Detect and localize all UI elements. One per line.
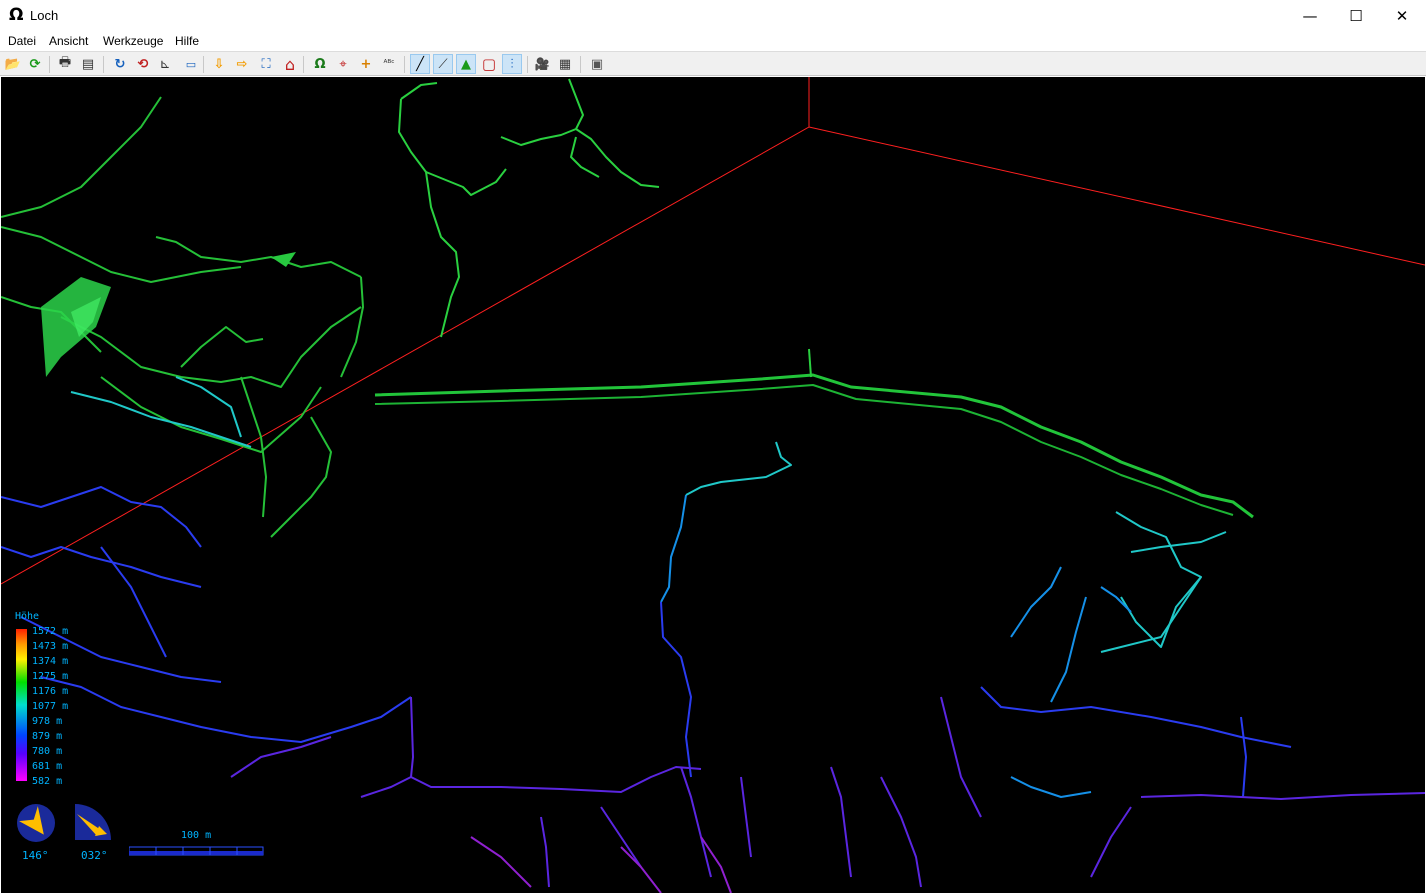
menu-datei[interactable]: Datei (8, 34, 36, 48)
green-upper-network (398, 78, 660, 338)
legend-value: 879 m (32, 731, 63, 742)
print-icon[interactable]: 🖶 (55, 54, 75, 74)
legend-value: 1176 m (32, 686, 69, 697)
fullscreen-icon[interactable]: ▣ (587, 54, 607, 74)
legend-value: 1572 m (32, 626, 69, 637)
log-icon[interactable]: ▦ (555, 54, 575, 74)
open-icon[interactable]: 📂 (3, 54, 23, 74)
menu-bar: Datei Ansicht Werkzeuge Hilfe (0, 31, 1426, 51)
title-bar: Ω Loch — ☐ ✕ (0, 0, 1426, 31)
legend-value: 681 m (32, 761, 63, 772)
clino-tilt: 032° (81, 849, 108, 862)
legend-value: 1077 m (32, 701, 69, 712)
walls-icon[interactable]: ⟋ (433, 54, 453, 74)
magenta-lower-network (470, 836, 732, 893)
cyan-passages (70, 376, 1227, 653)
video-icon[interactable]: 🎥 (532, 54, 552, 74)
clino-icon[interactable] (73, 802, 113, 844)
toolbar: 📂 ⟳ 🖶 ▤ ↻ ⟲ ⊾ ▭ ⇩ ⇨ ⛶ ⌂ Ω ⌖ + ᴬᴮᶜ ╱ ⟋ ▲ … (0, 51, 1426, 76)
menu-hilfe[interactable]: Hilfe (175, 34, 199, 48)
legend-title: Höhe (15, 611, 40, 622)
green-main-passage (374, 348, 1254, 519)
rotate-icon[interactable]: ↻ (110, 54, 130, 74)
light-blue-passages (660, 494, 1132, 798)
close-button[interactable]: ✕ (1379, 0, 1425, 31)
green-wall-polygons (41, 252, 296, 377)
legend-value: 1275 m (32, 671, 69, 682)
fit-view-icon[interactable]: ⛶ (256, 54, 276, 74)
app-omega-icon: Ω (9, 5, 24, 25)
menu-ansicht[interactable]: Ansicht (49, 34, 88, 48)
home-icon[interactable]: ⌂ (280, 54, 300, 74)
plan-elevation-icon[interactable]: ⊾ (155, 54, 175, 74)
cave-survey-drawing (1, 77, 1425, 893)
legend-value: 978 m (32, 716, 63, 727)
cave-3d-viewport[interactable]: Höhe 1572 m 1473 m 1374 m 1275 m 1176 m … (1, 77, 1425, 893)
scale-label: 100 m (181, 830, 212, 841)
menu-werkzeuge[interactable]: Werkzeuge (103, 34, 163, 48)
move-right-icon[interactable]: ⇨ (232, 54, 252, 74)
move-down-icon[interactable]: ⇩ (209, 54, 229, 74)
bounding-box-icon[interactable]: ▢ (479, 54, 499, 74)
purple-lower-network (230, 696, 1425, 888)
compass-icon[interactable] (15, 802, 57, 844)
window-title: Loch (30, 8, 59, 23)
rotate-stop-icon[interactable]: ⟲ (133, 54, 153, 74)
fixed-point-icon[interactable]: ⌖ (333, 54, 353, 74)
reload-icon[interactable]: ⟳ (25, 54, 45, 74)
legend-value: 780 m (32, 746, 63, 757)
red-blue-icon[interactable]: ▭ (181, 54, 201, 74)
minimize-button[interactable]: — (1287, 0, 1333, 31)
surface-icon[interactable]: ▲ (456, 54, 476, 74)
export-icon[interactable]: ▤ (78, 54, 98, 74)
height-color-scale (16, 629, 27, 781)
compass-bearing: 146° (22, 849, 49, 862)
crosshair-icon[interactable]: + (356, 54, 376, 74)
blue-lower-network (1, 486, 1292, 798)
entrance-icon[interactable]: Ω (310, 54, 330, 74)
maximize-button[interactable]: ☐ (1333, 0, 1379, 31)
legend-value: 1473 m (32, 641, 69, 652)
centreline-icon[interactable]: ╱ (410, 54, 430, 74)
scale-bar (129, 846, 264, 856)
labels-icon[interactable]: ᴬᴮᶜ (379, 54, 399, 74)
legend-value: 582 m (32, 776, 63, 787)
depth-icon[interactable]: ⫶ (502, 54, 522, 74)
legend-value: 1374 m (32, 656, 69, 667)
